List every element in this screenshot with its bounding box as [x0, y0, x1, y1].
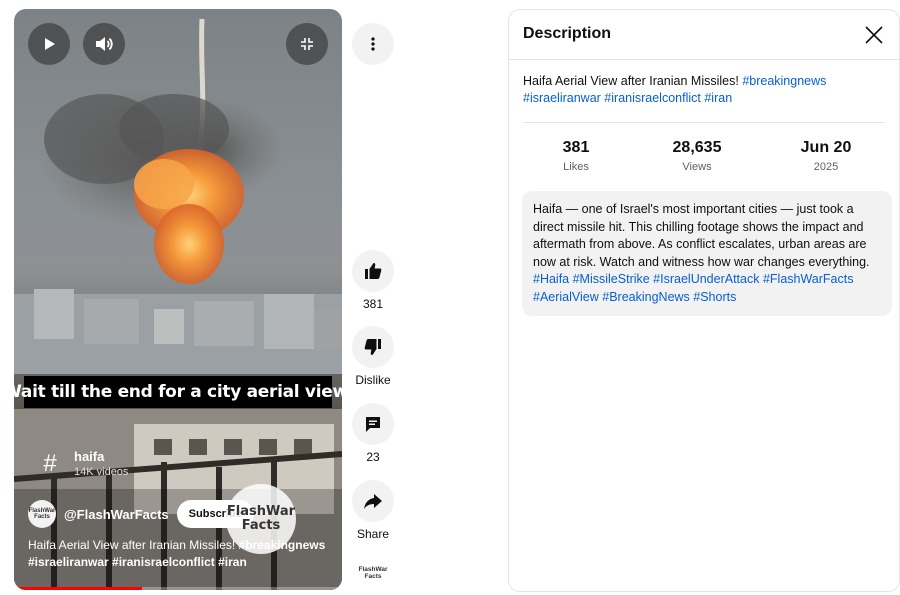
volume-icon: [96, 37, 113, 51]
more-options-button[interactable]: [352, 23, 394, 65]
year-label: 2025: [813, 161, 839, 173]
likes-label: Likes: [563, 161, 589, 173]
views-label: Views: [682, 161, 712, 173]
hashtag-name: haifa: [74, 449, 105, 464]
hashtag-icon: #: [43, 450, 57, 477]
comment-count: 23: [366, 450, 380, 464]
like-button[interactable]: [352, 250, 394, 292]
video-caption: Wait till the end for a city aerial view…: [14, 376, 342, 408]
likes-stat: 381 Likes: [521, 138, 631, 173]
collapse-icon: [301, 38, 313, 50]
channel-avatar[interactable]: FlashWar Facts: [28, 500, 56, 528]
date-value: Jun 20: [800, 139, 852, 156]
description-text: Haifa — one of Israel's most important c…: [533, 202, 870, 269]
panel-title: Description: [523, 25, 612, 42]
progress-bar-fill: [14, 587, 142, 590]
video-title-tag[interactable]: #breakingnews: [239, 538, 326, 552]
dislike-label: Dislike: [355, 373, 391, 387]
description-headline: Haifa Aerial View after Iranian Missiles…: [523, 73, 885, 107]
description-hashtags[interactable]: #Haifa #MissileStrike #IsraelUnderAttack…: [533, 272, 853, 304]
description-panel: Description Haifa Aerial View after Iran…: [508, 9, 900, 592]
hashtag-link[interactable]: #israeliranwar: [523, 91, 601, 105]
share-button[interactable]: [352, 480, 394, 522]
exit-fullscreen-button[interactable]: [286, 23, 328, 65]
hashtag-link[interactable]: #breakingnews: [742, 74, 826, 88]
headline-text: Haifa Aerial View after Iranian Missiles…: [523, 74, 743, 88]
play-icon: [45, 38, 55, 50]
share-label: Share: [356, 527, 390, 541]
panel-header: Description: [509, 10, 899, 60]
dislike-button[interactable]: [352, 326, 394, 368]
more-vertical-icon: [371, 37, 375, 51]
channel-info: FlashWar Facts @FlashWarFacts Subscribe: [28, 500, 254, 528]
hashtag-link[interactable]: #iranisraelconflict: [604, 91, 701, 105]
video-title-text: Haifa Aerial View after Iranian Missiles…: [28, 538, 239, 552]
thumbs-up-icon: [365, 263, 382, 279]
close-icon: [865, 26, 883, 44]
comment-icon: [366, 417, 380, 432]
hashtag-link[interactable]: #iran: [704, 91, 732, 105]
hashtag-video-count: 14K videos: [74, 466, 129, 478]
video-title[interactable]: Haifa Aerial View after Iranian Missiles…: [28, 537, 334, 571]
play-button[interactable]: [28, 23, 70, 65]
comments-button[interactable]: [352, 403, 394, 445]
video-title-tags[interactable]: #israeliranwar #iranisraelconflict #iran: [28, 555, 247, 569]
like-count: 381: [362, 297, 384, 311]
channel-name[interactable]: @FlashWarFacts: [64, 507, 169, 522]
description-body[interactable]: Haifa — one of Israel's most important c…: [522, 191, 892, 316]
hashtag-link[interactable]: # haifa 14K videos: [36, 449, 128, 479]
share-icon: [364, 494, 382, 509]
volume-button[interactable]: [83, 23, 125, 65]
views-value: 28,635: [672, 139, 722, 156]
likes-value: 381: [562, 139, 590, 156]
video-player[interactable]: Wait till the end for a city aerial view…: [14, 9, 342, 590]
close-button[interactable]: [861, 22, 887, 48]
thumbs-down-icon: [364, 339, 381, 355]
divider: [523, 122, 885, 123]
channel-avatar-small[interactable]: FlashWar Facts: [356, 560, 390, 586]
date-stat: Jun 20 2025: [771, 138, 881, 173]
views-stat: 28,635 Views: [642, 138, 752, 173]
progress-bar[interactable]: [14, 587, 342, 590]
